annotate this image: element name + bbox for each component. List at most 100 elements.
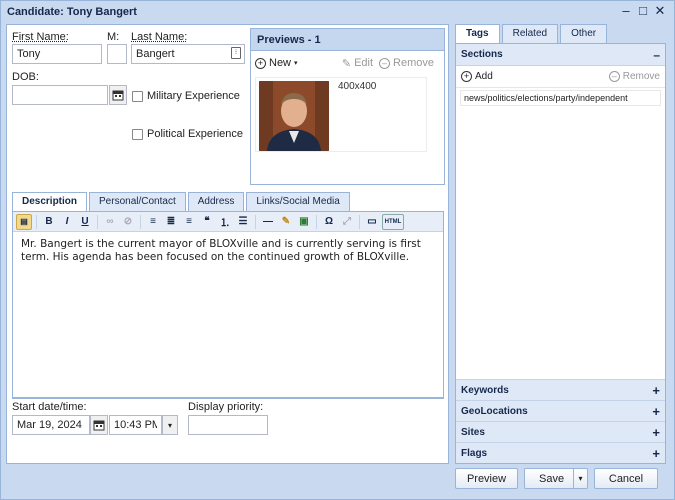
dob-label: DOB: (12, 71, 39, 83)
special-character-icon[interactable]: Ω (321, 214, 337, 230)
sections-title: Sections (461, 49, 503, 60)
section-item[interactable]: news/politics/elections/party/independen… (460, 90, 661, 106)
middle-initial-field[interactable] (107, 44, 127, 64)
start-date-field[interactable] (12, 415, 90, 435)
paste-icon[interactable]: ▤ (16, 213, 32, 230)
remove-label: Remove (622, 71, 660, 82)
add-section-button[interactable]: + Add (461, 71, 493, 82)
title-bar[interactable]: Candidate: Tony Bangert – □ ✕ (1, 1, 674, 23)
first-name-label: First Name: (12, 31, 69, 43)
military-experience-label: Military Experience (147, 90, 240, 102)
divider (12, 398, 444, 399)
blockquote-icon[interactable]: ❝ (199, 214, 215, 230)
unlink-icon[interactable]: ⊘ (120, 214, 136, 230)
middle-initial-label: M: (107, 31, 120, 43)
geolocations-accordion[interactable]: GeoLocations + (456, 400, 665, 421)
save-icon[interactable]: ▣ (296, 214, 312, 230)
flags-accordion[interactable]: Flags + (456, 442, 665, 463)
align-left-icon[interactable]: ≡ (145, 214, 161, 230)
preview-size-label: 400x400 (338, 81, 377, 92)
maximize-icon[interactable]: □ (637, 4, 649, 18)
tab-address[interactable]: Address (187, 192, 245, 211)
dob-field[interactable] (12, 85, 108, 105)
edit-label: Edit (354, 57, 374, 69)
collapse-icon[interactable]: – (653, 48, 660, 62)
candidate-window: Candidate: Tony Bangert – □ ✕ First Name… (0, 0, 675, 500)
remove-preview-button[interactable]: – Remove (379, 57, 434, 69)
tab-description[interactable]: Description (12, 192, 88, 211)
political-experience-checkbox[interactable] (132, 129, 143, 140)
add-circle-icon: + (461, 71, 472, 82)
close-icon[interactable]: ✕ (654, 4, 666, 18)
geolocations-label: GeoLocations (461, 405, 528, 417)
html-source-icon[interactable]: HTML (382, 213, 404, 230)
minimize-icon[interactable]: – (620, 4, 632, 18)
calendar-icon[interactable] (109, 85, 127, 105)
bold-icon[interactable]: B (41, 214, 57, 230)
align-center-icon[interactable]: ≣ (163, 214, 179, 230)
save-dropdown-icon[interactable]: ▾ (573, 469, 587, 488)
sites-label: Sites (461, 426, 485, 438)
italic-icon[interactable]: I (59, 214, 75, 230)
sections-header[interactable]: Sections – (456, 44, 665, 66)
bullet-list-icon[interactable]: ☰ (235, 214, 251, 230)
find-replace-icon[interactable]: ⤢ (339, 214, 355, 230)
remove-circle-icon: – (379, 57, 391, 69)
preview-window-icon[interactable]: ▭ (364, 214, 380, 230)
expand-icon: + (652, 424, 660, 440)
tab-personal-contact[interactable]: Personal/Contact (89, 192, 186, 211)
edit-preview-button[interactable]: ✎ Edit (342, 57, 373, 70)
pencil-icon: ✎ (341, 57, 352, 70)
save-label: Save (539, 472, 565, 485)
description-text[interactable]: Mr. Bangert is the current mayor of BLOX… (13, 232, 443, 270)
align-right-icon[interactable]: ≡ (181, 214, 197, 230)
keywords-label: Keywords (461, 384, 509, 396)
last-name-label: Last Name: (131, 31, 188, 43)
previews-header: Previews - 1 (251, 29, 444, 51)
side-tabs: Tags Related Other (455, 24, 608, 43)
tab-tags[interactable]: Tags (455, 24, 500, 43)
save-button[interactable]: Save ▾ (524, 468, 588, 489)
add-circle-icon: + (255, 57, 266, 69)
horizontal-rule-icon[interactable]: — (260, 214, 276, 230)
editor-toolbar: ▤ B I U ∞ ⊘ ≡ ≣ ≡ ❝ ⒈ ☰ — ✎ ▣ Ω ⤢ ▭ HTML (13, 212, 443, 232)
first-name-field[interactable] (12, 44, 102, 64)
military-experience-checkbox[interactable] (132, 91, 143, 102)
remove-section-button[interactable]: – Remove (608, 71, 660, 82)
tags-panel: Sections – + Add – Remove news/politics/… (455, 43, 666, 464)
detail-tabs: Description Personal/Contact Address Lin… (12, 192, 350, 211)
previews-panel: Previews - 1 + New ▾ ✎ Edit – Remove 400… (250, 28, 445, 185)
political-experience-label: Political Experience (147, 128, 243, 140)
remove-circle-icon: – (608, 71, 620, 82)
contact-card-icon[interactable]: ⁝ (231, 47, 241, 59)
preview-button[interactable]: Preview (455, 468, 518, 489)
numbered-list-icon[interactable]: ⒈ (217, 214, 233, 230)
expand-icon: + (652, 445, 660, 461)
previews-toolbar: + New ▾ ✎ Edit – Remove (251, 51, 444, 75)
cancel-button[interactable]: Cancel (594, 468, 658, 489)
candidate-photo[interactable] (259, 81, 329, 151)
expand-icon: + (652, 382, 660, 398)
link-icon[interactable]: ∞ (102, 214, 118, 230)
display-priority-label: Display priority: (188, 401, 264, 413)
edit-note-icon[interactable]: ✎ (278, 214, 294, 230)
remove-label: Remove (393, 57, 434, 69)
sites-accordion[interactable]: Sites + (456, 421, 665, 442)
keywords-accordion[interactable]: Keywords + (456, 379, 665, 400)
date-picker-icon[interactable] (90, 415, 108, 435)
tab-related[interactable]: Related (501, 24, 559, 43)
underline-icon[interactable]: U (77, 214, 93, 230)
main-panel: First Name: M: Last Name: ⁝ DOB: Militar… (6, 24, 449, 464)
display-priority-field[interactable] (188, 415, 268, 435)
new-preview-button[interactable]: + New ▾ (255, 57, 298, 69)
last-name-field[interactable] (131, 44, 245, 64)
start-datetime-label: Start date/time: (12, 401, 87, 413)
tab-other[interactable]: Other (560, 24, 608, 43)
start-time-field[interactable] (109, 415, 162, 435)
preview-item[interactable]: 400x400 (255, 77, 427, 152)
time-dropdown-icon[interactable]: ▾ (162, 415, 178, 435)
tab-links-social[interactable]: Links/Social Media (246, 192, 350, 211)
description-editor: ▤ B I U ∞ ⊘ ≡ ≣ ≡ ❝ ⒈ ☰ — ✎ ▣ Ω ⤢ ▭ HTML… (12, 211, 444, 398)
new-label: New (269, 57, 292, 69)
sections-toolbar: + Add – Remove (456, 66, 665, 88)
